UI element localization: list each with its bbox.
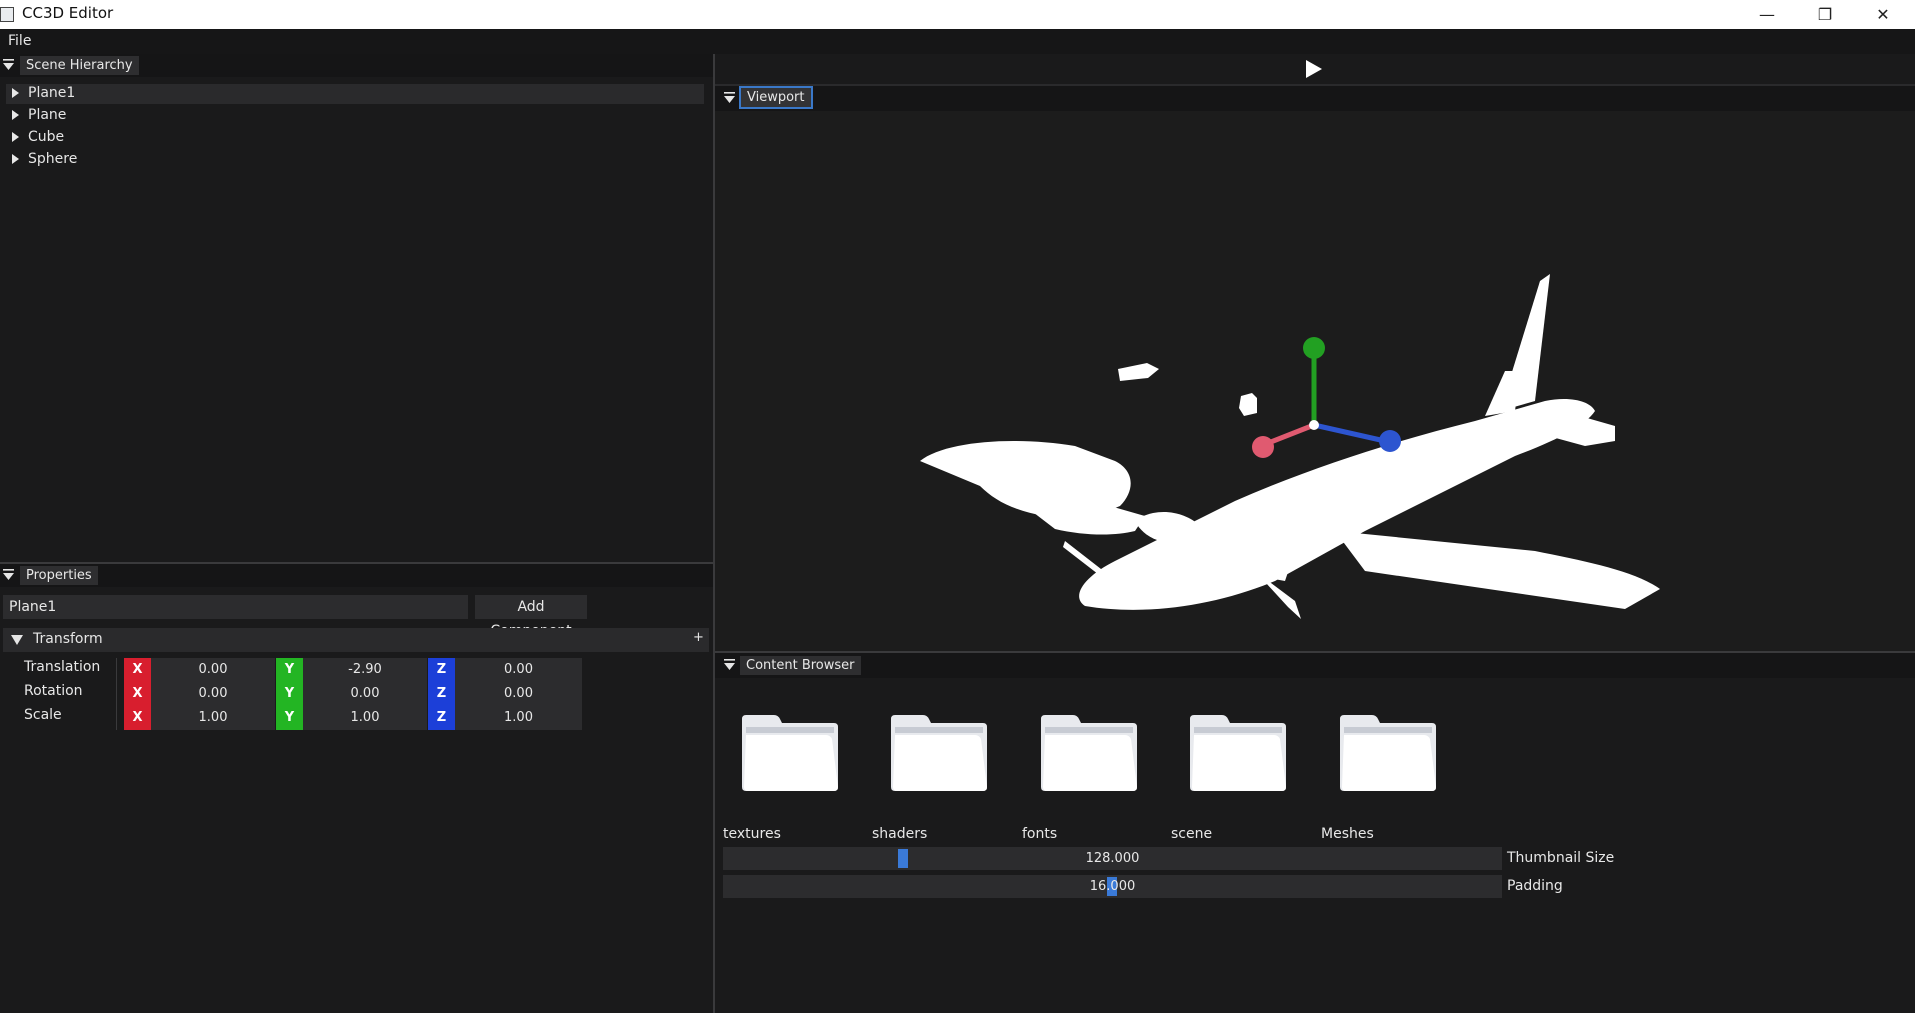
transform-header-label: Transform — [33, 631, 103, 647]
tree-item-sphere[interactable]: Sphere — [6, 150, 706, 170]
translation-x-field[interactable]: 0.00 — [151, 658, 275, 682]
expand-arrow-icon[interactable] — [12, 132, 19, 142]
folder-icon[interactable] — [889, 713, 989, 793]
content-browser-body: textures shaders fonts scene Meshes — [715, 678, 1915, 1013]
airplane-mesh — [920, 274, 1660, 619]
scale-x-button[interactable]: X — [124, 706, 151, 730]
padding-label: Padding — [1507, 878, 1563, 894]
collapse-icon[interactable] — [723, 91, 737, 105]
rotation-x-field[interactable]: 0.00 — [151, 682, 275, 706]
menu-file[interactable]: File — [8, 33, 31, 49]
scale-y-button[interactable]: Y — [276, 706, 303, 730]
tab-scene-hierarchy[interactable]: Scene Hierarchy — [20, 56, 139, 75]
translation-label: Translation — [24, 659, 101, 675]
rotation-y-button[interactable]: Y — [276, 682, 303, 706]
expand-arrow-icon[interactable] — [12, 88, 19, 98]
gizmo-y-handle[interactable] — [1303, 337, 1325, 359]
translation-z-field[interactable]: 0.00 — [455, 658, 582, 682]
tree-item-cube[interactable]: Cube — [6, 128, 706, 148]
scale-y-field[interactable]: 1.00 — [303, 706, 427, 730]
collapse-triangle-icon[interactable] — [10, 633, 24, 647]
rotation-y-field[interactable]: 0.00 — [303, 682, 427, 706]
entity-name-input[interactable]: Plane1 — [3, 595, 468, 619]
tree-item-plane1[interactable]: Plane1 — [6, 84, 704, 104]
floating-cube-mesh — [1239, 393, 1257, 416]
floating-plane-mesh — [1118, 363, 1159, 381]
slider-grab[interactable] — [898, 849, 908, 868]
tree-item-plane[interactable]: Plane — [6, 106, 706, 126]
expand-arrow-icon[interactable] — [12, 110, 19, 120]
scale-z-button[interactable]: Z — [428, 706, 455, 730]
padding-slider[interactable]: 16.000 — [723, 875, 1502, 898]
thumbnail-size-slider[interactable]: 128.000 — [723, 847, 1502, 870]
translation-z-button[interactable]: Z — [428, 658, 455, 682]
rotation-x-button[interactable]: X — [124, 682, 151, 706]
viewport-tabbar: Viewport — [715, 86, 1915, 111]
gizmo-x-handle[interactable] — [1252, 436, 1274, 458]
collapse-icon[interactable] — [723, 658, 737, 672]
toolbar — [715, 54, 1915, 84]
properties-tabbar: Properties — [0, 564, 713, 587]
play-icon[interactable] — [1305, 59, 1323, 79]
maximize-button[interactable]: ❐ — [1796, 0, 1854, 29]
tab-viewport[interactable]: Viewport — [739, 86, 813, 109]
gizmo-origin[interactable] — [1309, 420, 1319, 430]
scene-render[interactable] — [715, 111, 1915, 651]
thumbnail-size-label: Thumbnail Size — [1507, 850, 1615, 866]
window-titlebar: CC3D Editor — ❐ ✕ — [0, 0, 1915, 29]
folder-icon[interactable] — [1039, 713, 1139, 793]
grid-separator — [116, 658, 117, 730]
rotation-z-button[interactable]: Z — [428, 682, 455, 706]
gizmo-z-handle[interactable] — [1379, 430, 1401, 452]
scene-hierarchy-tabbar: Scene Hierarchy — [0, 54, 713, 77]
transform-section-header[interactable]: Transform + — [3, 628, 709, 652]
collapse-icon[interactable] — [2, 58, 16, 72]
expand-arrow-icon[interactable] — [12, 154, 19, 164]
gizmo-z-axis[interactable] — [1313, 422, 1386, 444]
transform-grid: Translation X 0.00 Y -2.90 Z 0.00 Rotati… — [0, 658, 713, 730]
scale-x-field[interactable]: 1.00 — [151, 706, 275, 730]
folder-label-textures[interactable]: textures — [723, 826, 781, 842]
app-icon — [0, 7, 14, 22]
tab-content-browser[interactable]: Content Browser — [740, 656, 861, 675]
folder-icon[interactable] — [1338, 713, 1438, 793]
folder-icon[interactable] — [740, 713, 840, 793]
add-component-button[interactable]: Add Component — [475, 595, 587, 639]
scale-z-field[interactable]: 1.00 — [455, 706, 582, 730]
rotation-z-field[interactable]: 0.00 — [455, 682, 582, 706]
folder-label-scene[interactable]: scene — [1171, 826, 1212, 842]
menubar: File — [0, 29, 1915, 54]
window-title: CC3D Editor — [22, 4, 114, 22]
content-browser-tabbar: Content Browser — [715, 653, 1915, 678]
folder-label-shaders[interactable]: shaders — [872, 826, 927, 842]
transform-options-button[interactable]: + — [693, 630, 704, 645]
viewport-canvas[interactable] — [715, 111, 1915, 651]
tab-properties[interactable]: Properties — [20, 566, 98, 585]
rotation-label: Rotation — [24, 683, 83, 699]
folder-label-fonts[interactable]: fonts — [1022, 826, 1057, 842]
scale-label: Scale — [24, 707, 62, 723]
close-button[interactable]: ✕ — [1854, 0, 1912, 29]
translation-x-button[interactable]: X — [124, 658, 151, 682]
collapse-icon[interactable] — [2, 568, 16, 582]
folder-icon[interactable] — [1188, 713, 1288, 793]
folder-label-meshes[interactable]: Meshes — [1321, 826, 1374, 842]
transform-gizmo[interactable] — [1252, 337, 1401, 458]
translation-y-field[interactable]: -2.90 — [303, 658, 427, 682]
minimize-button[interactable]: — — [1738, 0, 1796, 29]
translation-y-button[interactable]: Y — [276, 658, 303, 682]
